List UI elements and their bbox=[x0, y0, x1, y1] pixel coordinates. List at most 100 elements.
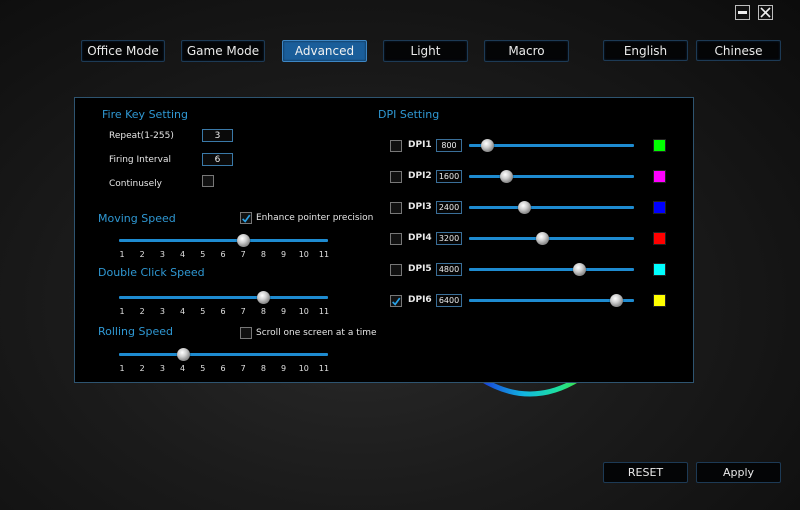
dpi-checkbox[interactable] bbox=[390, 295, 402, 307]
tick-label: 10 bbox=[298, 250, 309, 259]
enhance-precision-label: Enhance pointer precision bbox=[256, 213, 374, 223]
scroll-one-screen-checkbox[interactable] bbox=[240, 327, 252, 339]
dpi-checkbox[interactable] bbox=[390, 264, 402, 276]
tick-label: 6 bbox=[220, 250, 226, 259]
rolling-speed-slider[interactable] bbox=[119, 348, 328, 361]
tick-label: 3 bbox=[159, 250, 165, 259]
dpi-setting-title: DPI Setting bbox=[378, 108, 440, 121]
tab-game-mode[interactable]: Game Mode bbox=[181, 40, 265, 62]
dpi-slider[interactable] bbox=[469, 263, 634, 276]
tick-label: 8 bbox=[260, 307, 266, 316]
tab-macro[interactable]: Macro bbox=[484, 40, 569, 62]
tick-label: 11 bbox=[318, 364, 330, 373]
dpi-checkbox[interactable] bbox=[390, 233, 402, 245]
apply-button[interactable]: Apply bbox=[696, 462, 781, 483]
tick-label: 10 bbox=[298, 307, 309, 316]
tick-label: 1 bbox=[119, 250, 125, 259]
checkmark-icon bbox=[392, 297, 401, 306]
repeat-input[interactable]: 3 bbox=[202, 129, 233, 142]
tick-label: 8 bbox=[260, 250, 266, 259]
dpi-color-swatch[interactable] bbox=[654, 233, 665, 244]
slider-thumb[interactable] bbox=[499, 170, 513, 183]
dpi-label: DPI6 bbox=[408, 295, 432, 305]
dpi-color-swatch[interactable] bbox=[654, 264, 665, 275]
moving-speed-slider[interactable] bbox=[119, 234, 328, 247]
slider-thumb[interactable] bbox=[609, 294, 623, 307]
tick-label: 2 bbox=[139, 250, 145, 259]
dpi-value-input[interactable]: 6400 bbox=[436, 294, 462, 307]
tab-light[interactable]: Light bbox=[383, 40, 468, 62]
scroll-one-screen-label: Scroll one screen at a time bbox=[256, 328, 377, 338]
tick-label: 10 bbox=[298, 364, 309, 373]
tick-label: 2 bbox=[139, 307, 145, 316]
continuous-checkbox[interactable] bbox=[202, 175, 214, 187]
tick-label: 7 bbox=[240, 250, 246, 259]
dpi-checkbox[interactable] bbox=[390, 171, 402, 183]
tick-label: 2 bbox=[139, 364, 145, 373]
firing-interval-label: Firing Interval bbox=[109, 155, 171, 165]
tick-label: 9 bbox=[281, 250, 287, 259]
dpi-color-swatch[interactable] bbox=[654, 295, 665, 306]
double-click-slider[interactable] bbox=[119, 291, 328, 304]
tick-label: 1 bbox=[119, 364, 125, 373]
slider-thumb[interactable] bbox=[518, 201, 531, 214]
dpi-slider[interactable] bbox=[469, 201, 634, 214]
tick-label: 4 bbox=[180, 250, 186, 259]
dpi-label: DPI2 bbox=[408, 171, 432, 181]
dpi-value-input[interactable]: 800 bbox=[436, 139, 462, 152]
dpi-slider[interactable] bbox=[469, 294, 634, 307]
moving-speed-title: Moving Speed bbox=[98, 212, 176, 225]
tick-label: 5 bbox=[200, 364, 206, 373]
dpi-value-input[interactable]: 3200 bbox=[436, 232, 462, 245]
dpi-color-swatch[interactable] bbox=[654, 171, 665, 182]
tab-advanced[interactable]: Advanced bbox=[282, 40, 367, 62]
dpi-color-swatch[interactable] bbox=[654, 140, 665, 151]
double-click-title: Double Click Speed bbox=[98, 266, 205, 279]
chinese-button[interactable]: Chinese bbox=[696, 40, 781, 61]
tick-label: 3 bbox=[159, 307, 165, 316]
dpi-checkbox[interactable] bbox=[390, 140, 402, 152]
dpi-label: DPI3 bbox=[408, 202, 432, 212]
reset-button[interactable]: RESET bbox=[603, 462, 688, 483]
repeat-label: Repeat(1-255) bbox=[109, 131, 174, 141]
tick-label: 6 bbox=[220, 307, 226, 316]
dpi-value-input[interactable]: 1600 bbox=[436, 170, 462, 183]
tick-label: 5 bbox=[200, 307, 206, 316]
tick-label: 4 bbox=[180, 364, 186, 373]
fire-key-title: Fire Key Setting bbox=[102, 108, 188, 121]
firing-interval-input[interactable]: 6 bbox=[202, 153, 233, 166]
tick-label: 11 bbox=[318, 250, 330, 259]
dpi-slider[interactable] bbox=[469, 232, 634, 245]
minimize-button[interactable] bbox=[735, 5, 750, 20]
tick-label: 7 bbox=[240, 364, 246, 373]
minimize-icon bbox=[738, 11, 747, 14]
dpi-color-swatch[interactable] bbox=[654, 202, 665, 213]
continuous-label: Continusely bbox=[109, 179, 162, 189]
tick-label: 3 bbox=[159, 364, 165, 373]
tick-label: 6 bbox=[220, 364, 226, 373]
dpi-label: DPI5 bbox=[408, 264, 432, 274]
tick-label: 1 bbox=[119, 307, 125, 316]
close-button[interactable] bbox=[758, 5, 773, 20]
slider-thumb[interactable] bbox=[573, 263, 586, 276]
dpi-slider[interactable] bbox=[469, 170, 634, 183]
rolling-speed-title: Rolling Speed bbox=[98, 325, 173, 338]
tab-office-mode[interactable]: Office Mode bbox=[81, 40, 165, 62]
tick-label: 5 bbox=[200, 250, 206, 259]
checkmark-icon bbox=[242, 214, 251, 223]
close-icon bbox=[760, 7, 771, 18]
tick-label: 9 bbox=[281, 364, 287, 373]
tick-label: 7 bbox=[240, 307, 246, 316]
dpi-label: DPI4 bbox=[408, 233, 432, 243]
english-button[interactable]: English bbox=[603, 40, 688, 61]
dpi-slider[interactable] bbox=[469, 139, 634, 152]
dpi-value-input[interactable]: 2400 bbox=[436, 201, 462, 214]
slider-thumb[interactable] bbox=[176, 348, 190, 361]
tick-label: 11 bbox=[318, 307, 330, 316]
dpi-value-input[interactable]: 4800 bbox=[436, 263, 462, 276]
dpi-checkbox[interactable] bbox=[390, 202, 402, 214]
tick-label: 9 bbox=[281, 307, 287, 316]
enhance-precision-checkbox[interactable] bbox=[240, 212, 252, 224]
dpi-label: DPI1 bbox=[408, 140, 432, 150]
tick-label: 4 bbox=[180, 307, 186, 316]
